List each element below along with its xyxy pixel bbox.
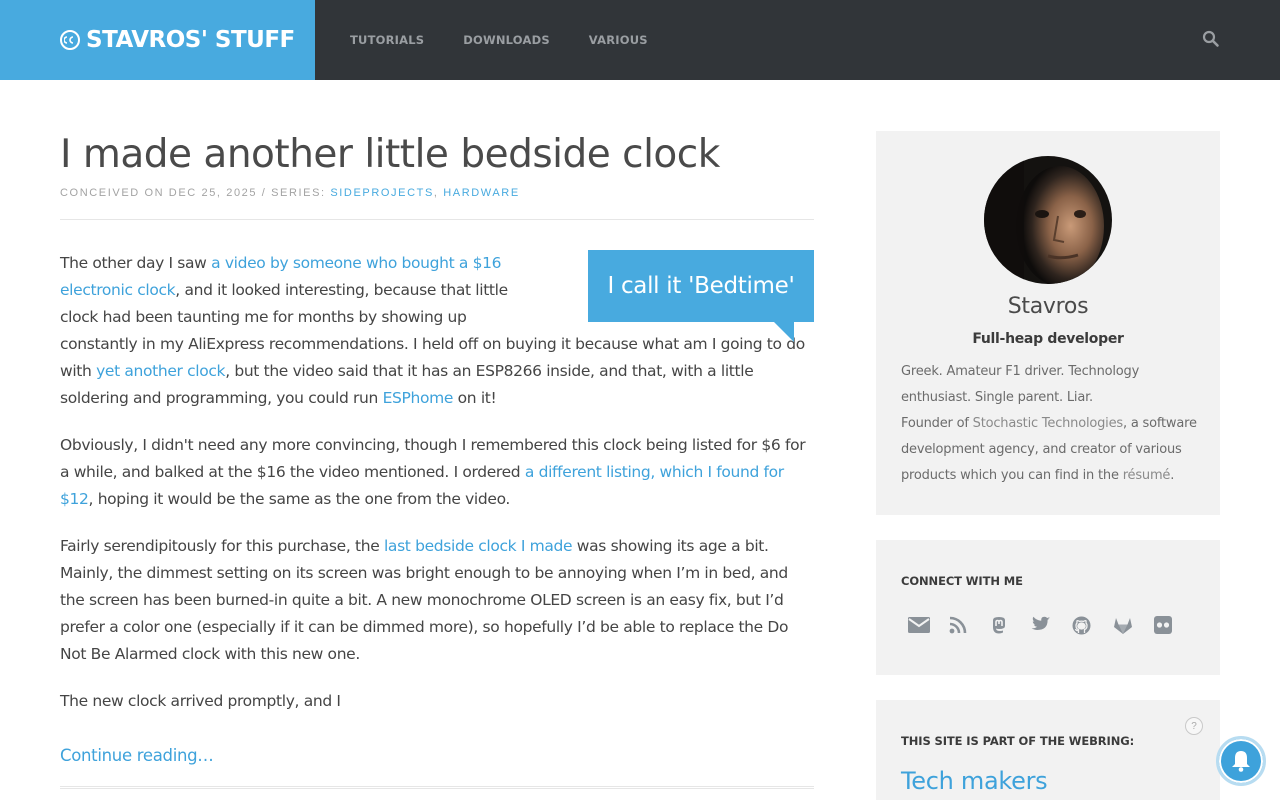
profile-bio: Greek. Amateur F1 driver. Technology ent… (901, 359, 1201, 489)
post-divider (60, 786, 814, 789)
paragraph-4: The new clock arrived promptly, and I (60, 692, 341, 710)
text-run: on it! (453, 389, 497, 407)
social-links (908, 616, 1195, 640)
callout-text: I call it 'Bedtime' (607, 272, 795, 299)
series-link-hardware[interactable]: HARDWARE (443, 187, 520, 199)
profile-panel: Stavros Full-heap developer Greek. Amate… (876, 131, 1220, 515)
site-name: STAVROS' STUFF (86, 27, 295, 53)
nav-item-various[interactable]: VARIOUS (589, 33, 648, 47)
profile-name: Stavros (1007, 294, 1089, 319)
link-yet-another-clock[interactable]: yet another clock (96, 362, 225, 380)
help-icon[interactable]: ? (1185, 717, 1203, 735)
connect-panel: CONNECT WITH ME (876, 540, 1220, 675)
search-icon[interactable] (1202, 30, 1220, 48)
post-meta: CONCEIVED ON DEC 25, 2025 / SERIES: SIDE… (60, 187, 814, 220)
continue-reading-link[interactable]: Continue reading… (60, 742, 214, 769)
series-link-sideprojects[interactable]: SIDEPROJECTS (330, 187, 434, 199)
webring-heading: THIS SITE IS PART OF THE WEBRING: (901, 734, 1135, 748)
nav-item-tutorials[interactable]: TUTORIALS (350, 33, 424, 47)
email-icon[interactable] (908, 616, 949, 640)
series-separator: , (433, 187, 444, 199)
connect-heading: CONNECT WITH ME (901, 574, 1023, 588)
text-run: Fairly serendipitously for this purchase… (60, 537, 384, 555)
avatar (984, 156, 1112, 284)
mastodon-icon[interactable] (990, 616, 1031, 640)
text-run: was showing its age a bit. Mainly, the d… (60, 537, 789, 663)
bell-icon (1232, 751, 1250, 772)
site-logo-icon (60, 30, 80, 50)
flickr-icon[interactable] (1154, 616, 1195, 640)
bio-text: Greek. Amateur F1 driver. Technology ent… (901, 364, 1140, 405)
paragraph-3: Fairly serendipitously for this purchase… (60, 533, 814, 668)
main-nav: TUTORIALS DOWNLOADS VARIOUS (350, 0, 687, 80)
rss-icon[interactable] (949, 616, 990, 640)
link-last-bedside-clock[interactable]: last bedside clock I made (384, 537, 573, 555)
bio-text: . (1170, 468, 1175, 483)
link-esphome[interactable]: ESPhome (383, 389, 454, 407)
post-date-text: CONCEIVED ON DEC 25, 2025 / SERIES: (60, 187, 331, 199)
text-run: , hoping it would be the same as the one… (88, 490, 511, 508)
link-resume[interactable]: résumé (1123, 468, 1171, 483)
callout-tail (774, 322, 794, 342)
text-run: The other day I saw (60, 254, 212, 272)
post-content: I call it 'Bedtime' The other day I saw … (60, 250, 814, 770)
profile-tagline: Full-heap developer (972, 331, 1124, 347)
webring-link[interactable]: Tech makers (901, 767, 1048, 795)
nav-item-downloads[interactable]: DOWNLOADS (463, 33, 550, 47)
pull-quote-callout: I call it 'Bedtime' (588, 250, 814, 342)
twitter-icon[interactable] (1031, 616, 1072, 640)
top-navigation-bar: STAVROS' STUFF TUTORIALS DOWNLOADS VARIO… (0, 0, 1280, 80)
gitlab-icon[interactable] (1113, 616, 1154, 640)
notification-bell-button[interactable] (1216, 736, 1266, 786)
paragraph-2: Obviously, I didn't need any more convin… (60, 432, 814, 513)
webring-panel: THIS SITE IS PART OF THE WEBRING: ? Tech… (876, 700, 1220, 800)
site-brand-link[interactable]: STAVROS' STUFF (0, 0, 315, 80)
github-icon[interactable] (1072, 616, 1113, 640)
link-stochastic-technologies[interactable]: Stochastic Technologies (973, 416, 1124, 431)
post-title[interactable]: I made another little bedside clock (60, 131, 814, 179)
bio-text: Founder of (901, 416, 973, 431)
post-article: I made another little bedside clock CONC… (60, 131, 814, 770)
